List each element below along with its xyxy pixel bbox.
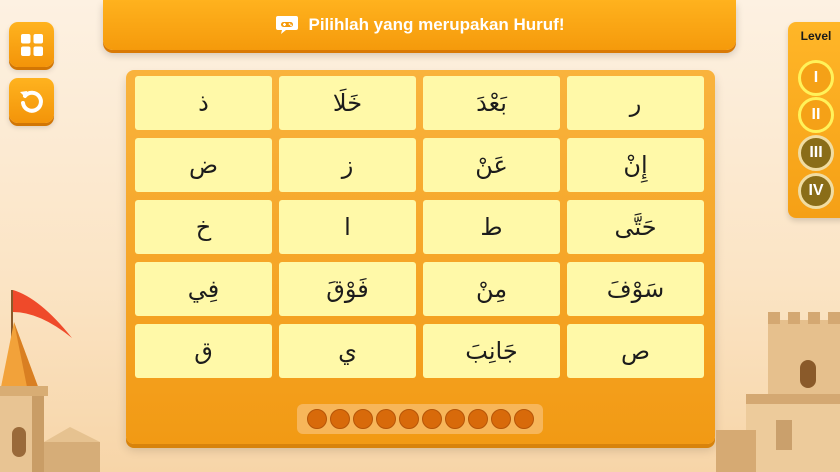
card-text: فِي [187,275,220,303]
answer-card[interactable]: ا [279,200,416,254]
answer-card[interactable]: ر [567,76,704,130]
answer-card[interactable]: إِنْ [567,138,704,192]
answer-card[interactable]: ذ [135,76,272,130]
grid-icon [20,33,43,56]
card-text: خَلَا [332,89,363,117]
level-button-4[interactable]: IV [798,173,834,209]
card-text: سَوْفَ [606,275,665,303]
level-label: I [813,69,819,86]
card-text: ض [188,151,218,179]
progress-dot [490,409,511,429]
answer-card[interactable]: حَتَّى [567,200,704,254]
answer-card[interactable]: خ [135,200,272,254]
progress-dot [398,409,419,429]
progress-track [297,404,543,434]
card-text: ر [629,89,642,117]
answer-card[interactable]: جَانِبَ [423,324,560,378]
card-text: جَانِبَ [465,337,518,365]
answer-card[interactable]: بَعْدَ [423,76,560,130]
restart-icon [19,90,43,113]
progress-dot [375,409,396,429]
answer-card[interactable]: خَلَا [279,76,416,130]
menu-button[interactable] [9,22,54,67]
level-label: III [809,144,823,161]
card-text: ق [194,337,213,365]
castle-right-decoration [716,312,840,472]
card-text: ي [338,337,357,365]
card-text: بَعْدَ [476,89,507,117]
card-text: ص [620,337,650,365]
answer-card[interactable]: فِي [135,262,272,316]
card-text: فَوْقَ [326,275,369,303]
progress-dot [467,409,488,429]
level-panel: Level I II III IV [788,22,840,218]
progress-dot [421,409,442,429]
answer-card[interactable]: ق [135,324,272,378]
restart-button[interactable] [9,78,54,123]
instruction-text: Pilihlah yang merupakan Huruf! [308,15,565,34]
card-text: ط [480,213,503,241]
progress-dot [306,409,327,429]
answer-card[interactable]: مِنْ [423,262,560,316]
level-button-3[interactable]: III [798,135,834,171]
chat-gamepad-icon [275,14,299,36]
answer-card[interactable]: ط [423,200,560,254]
instruction-banner: Pilihlah yang merupakan Huruf! [103,0,736,50]
answer-card[interactable]: ض [135,138,272,192]
card-text: حَتَّى [614,213,657,241]
card-text: ز [341,151,354,179]
answer-card[interactable]: ص [567,324,704,378]
card-text: إِنْ [623,151,648,179]
card-text: ذ [198,89,209,117]
answer-card[interactable]: سَوْفَ [567,262,704,316]
progress-dot [329,409,350,429]
answer-card[interactable]: عَنْ [423,138,560,192]
card-text: خ [195,213,212,241]
level-button-2[interactable]: II [798,97,834,133]
level-label: IV [808,182,824,199]
level-title: Level [800,29,832,43]
progress-dot [444,409,465,429]
progress-dot [513,409,534,429]
level-label: II [811,106,821,123]
card-text: مِنْ [475,275,508,303]
card-text: ا [344,213,351,241]
answer-card[interactable]: فَوْقَ [279,262,416,316]
castle-left-decoration [0,290,100,472]
card-text: عَنْ [475,151,508,179]
level-button-1[interactable]: I [798,60,834,96]
answer-board: ذ خَلَا بَعْدَ ر ض ز عَنْ إِنْ خ ا ط حَت… [126,70,715,444]
answer-card[interactable]: ز [279,138,416,192]
progress-dot [352,409,373,429]
answer-card[interactable]: ي [279,324,416,378]
